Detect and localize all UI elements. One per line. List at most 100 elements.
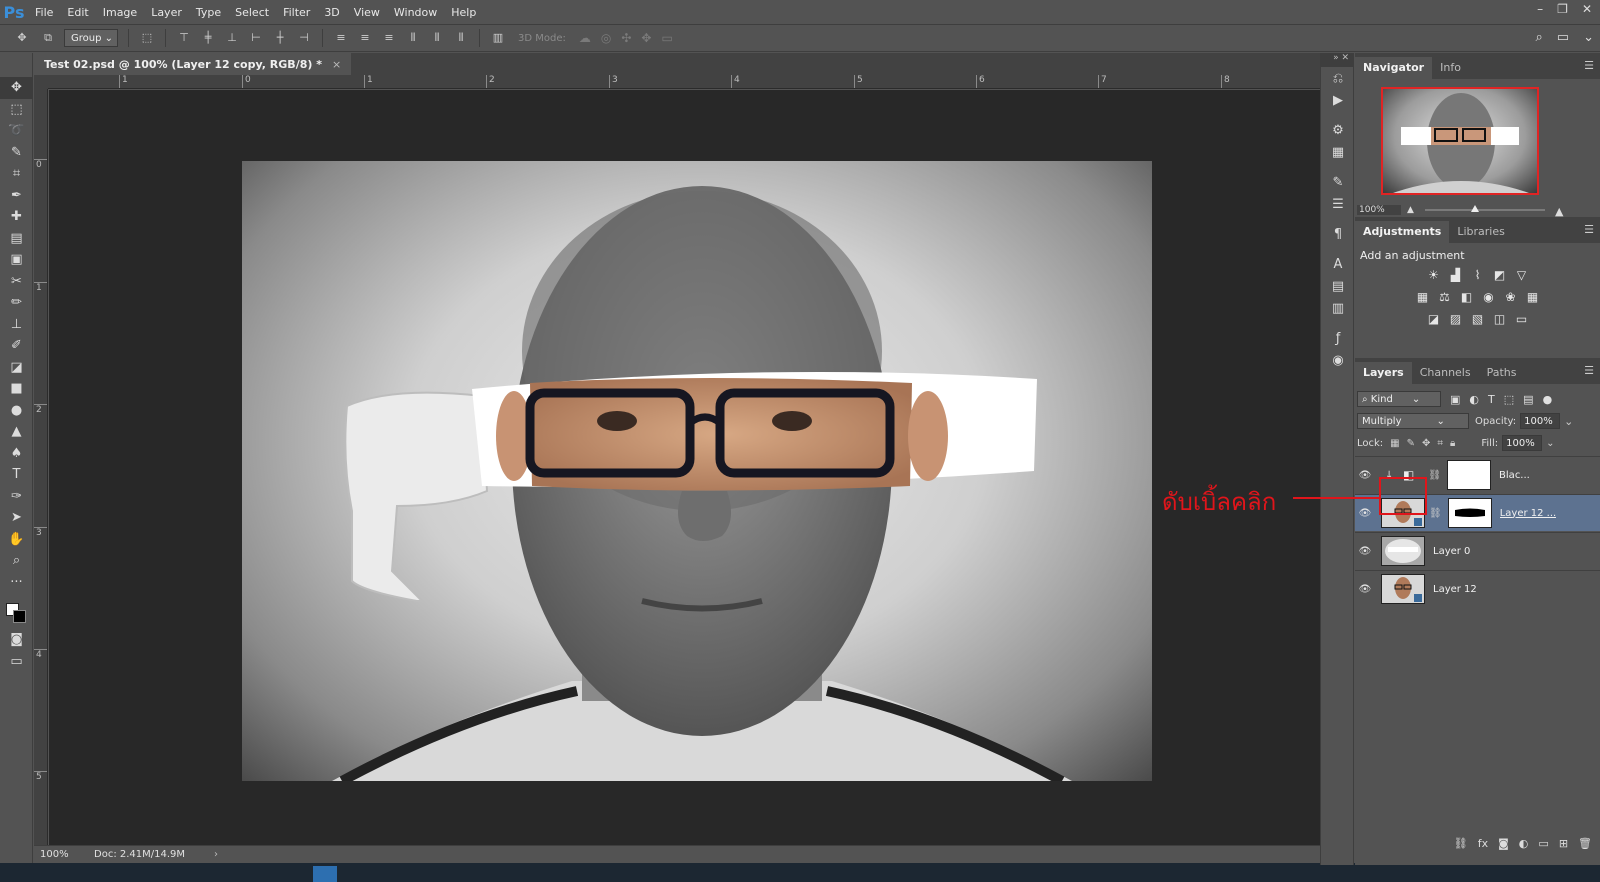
auto-align-icon[interactable]: ▥ bbox=[490, 31, 506, 45]
hand-tool-icon[interactable]: ✋ bbox=[0, 529, 33, 551]
type-tool-icon[interactable]: T bbox=[0, 464, 33, 486]
crop-tool-icon[interactable]: ⌗ bbox=[0, 163, 33, 185]
align-hcenter-icon[interactable]: ┼ bbox=[272, 31, 288, 45]
levels-icon[interactable]: ▟ bbox=[1448, 267, 1464, 283]
minimize-button[interactable]: – bbox=[1537, 2, 1543, 16]
tab-navigator[interactable]: Navigator bbox=[1355, 57, 1433, 79]
blend-mode-dropdown[interactable]: Multiply ⌄ bbox=[1357, 413, 1469, 429]
sharpen-tool-icon[interactable]: ▲ bbox=[0, 421, 33, 443]
menu-image[interactable]: Image bbox=[96, 6, 144, 19]
filter-type-icon[interactable]: T bbox=[1488, 393, 1495, 406]
mask-link-icon[interactable]: ⛓ bbox=[1429, 508, 1442, 519]
delete-layer-icon[interactable]: 🗑︎ bbox=[1578, 837, 1592, 855]
lasso-tool-icon[interactable]: ➰ bbox=[0, 120, 33, 142]
black-white-icon[interactable]: ◧ bbox=[1459, 289, 1475, 305]
path-select-tool-icon[interactable]: ➤ bbox=[0, 507, 33, 529]
menu-view[interactable]: View bbox=[347, 6, 387, 19]
new-adjustment-layer-icon[interactable]: ◐ bbox=[1519, 837, 1529, 855]
opacity-dropdown-icon[interactable]: ⌄ bbox=[1564, 415, 1573, 428]
lock-image-icon[interactable]: ✎ bbox=[1407, 438, 1415, 449]
filter-pixel-icon[interactable]: ▣ bbox=[1450, 393, 1460, 406]
navigator-zoom-value[interactable]: 100% bbox=[1357, 205, 1401, 215]
layer-name[interactable]: Layer 12 ... bbox=[1500, 508, 1557, 519]
distribute-top-icon[interactable]: ≡ bbox=[333, 31, 349, 45]
document-canvas[interactable] bbox=[242, 161, 1152, 781]
3d-roll-icon[interactable]: ◎ bbox=[601, 31, 611, 45]
panel-menu-icon[interactable]: ☰ bbox=[1584, 59, 1594, 72]
visibility-eye-icon[interactable]: 👁︎ bbox=[1355, 546, 1375, 557]
lock-transparent-icon[interactable]: ▦ bbox=[1390, 438, 1399, 449]
color-balance-icon[interactable]: ⚖ bbox=[1437, 289, 1453, 305]
frame-tool-icon[interactable]: ▣ bbox=[0, 249, 33, 271]
grid-panel-icon[interactable]: ▦ bbox=[1321, 141, 1355, 163]
pen-tool-icon[interactable]: ✑ bbox=[0, 486, 33, 508]
add-mask-icon[interactable]: ◙ bbox=[1498, 837, 1509, 855]
menu-layer[interactable]: Layer bbox=[144, 6, 189, 19]
hue-saturation-icon[interactable]: ▦ bbox=[1415, 289, 1431, 305]
layer-name[interactable]: Layer 0 bbox=[1433, 546, 1470, 557]
menu-filter[interactable]: Filter bbox=[276, 6, 317, 19]
layer-style-icon[interactable]: fx bbox=[1478, 837, 1488, 855]
healing-brush-tool-icon[interactable]: ✚ bbox=[0, 206, 33, 228]
distribute-hcenter-icon[interactable]: ⦀ bbox=[429, 31, 445, 45]
new-group-icon[interactable]: ▭ bbox=[1538, 837, 1548, 855]
selective-color-icon[interactable]: ◫ bbox=[1492, 311, 1508, 327]
filter-adjustment-icon[interactable]: ◐ bbox=[1469, 393, 1479, 406]
exposure-icon[interactable]: ◩ bbox=[1492, 267, 1508, 283]
layer-row[interactable]: 👁︎ Layer 12 bbox=[1355, 570, 1600, 607]
menu-window[interactable]: Window bbox=[387, 6, 444, 19]
auto-select-dropdown[interactable]: Group ⌄ bbox=[64, 29, 118, 47]
move-tool-icon[interactable]: ✥ bbox=[0, 77, 33, 99]
3d-slide-icon[interactable]: ✥ bbox=[641, 31, 651, 45]
visibility-eye-icon[interactable]: 👁︎ bbox=[1355, 584, 1375, 595]
zoom-level[interactable]: 100% bbox=[34, 849, 94, 860]
more-tools-icon[interactable]: ··· bbox=[0, 572, 33, 594]
invert-icon[interactable]: ◪ bbox=[1426, 311, 1442, 327]
tab-libraries[interactable]: Libraries bbox=[1449, 221, 1513, 243]
posterize-icon[interactable]: ▨ bbox=[1448, 311, 1464, 327]
distribute-right-icon[interactable]: ⦀ bbox=[453, 31, 469, 45]
lock-all-icon[interactable]: 🔒︎ bbox=[1450, 438, 1455, 449]
distribute-left-icon[interactable]: ⦀ bbox=[405, 31, 421, 45]
align-top-icon[interactable]: ⊤ bbox=[176, 31, 192, 45]
smart-object-thumbnail[interactable] bbox=[1381, 574, 1425, 604]
history-brush-tool-icon[interactable]: ✐ bbox=[0, 335, 33, 357]
layer-name[interactable]: Blac... bbox=[1499, 470, 1530, 481]
3d-pan-icon[interactable]: ✣ bbox=[621, 31, 631, 45]
layer-name[interactable]: Layer 12 bbox=[1433, 584, 1477, 595]
workspace-dropdown-icon[interactable]: ⌄ bbox=[1583, 30, 1594, 45]
workspace-icon[interactable]: ▭ bbox=[1557, 30, 1569, 45]
tab-channels[interactable]: Channels bbox=[1412, 362, 1479, 384]
properties-icon[interactable]: ☰ bbox=[1321, 193, 1355, 215]
marquee-tool-icon[interactable]: ⬚ bbox=[0, 99, 33, 121]
distribute-bottom-icon[interactable]: ≡ bbox=[381, 31, 397, 45]
color-swatches[interactable] bbox=[0, 593, 33, 629]
quick-select-tool-icon[interactable]: ✎ bbox=[0, 142, 33, 164]
canvas-area[interactable] bbox=[49, 90, 1337, 845]
auto-select-icon[interactable]: ⧉ bbox=[40, 31, 56, 45]
3d-panel-icon[interactable]: ⚙ bbox=[1321, 119, 1355, 141]
channel-mixer-icon[interactable]: ❀ bbox=[1503, 289, 1519, 305]
new-layer-icon[interactable]: ⊞ bbox=[1559, 837, 1568, 855]
tab-layers[interactable]: Layers bbox=[1355, 362, 1412, 384]
brush-tool-icon[interactable]: ✏ bbox=[0, 292, 33, 314]
taskbar-app-button[interactable] bbox=[313, 866, 337, 882]
menu-select[interactable]: Select bbox=[228, 6, 276, 19]
vibrance-icon[interactable]: ▽ bbox=[1514, 267, 1530, 283]
photo-filter-icon[interactable]: ◉ bbox=[1481, 289, 1497, 305]
3d-video-icon[interactable]: ▭ bbox=[661, 31, 672, 45]
align-right-icon[interactable]: ⊣ bbox=[296, 31, 312, 45]
align-left-icon[interactable]: ⊢ bbox=[248, 31, 264, 45]
character-styles-icon[interactable]: ▤ bbox=[1321, 275, 1355, 297]
menu-edit[interactable]: Edit bbox=[60, 6, 95, 19]
tab-adjustments[interactable]: Adjustments bbox=[1355, 221, 1450, 243]
3d-orbit-icon[interactable]: ☁ bbox=[579, 31, 591, 45]
dodge-tool-icon[interactable]: ♠ bbox=[0, 443, 33, 465]
brightness-contrast-icon[interactable]: ☀ bbox=[1426, 267, 1442, 283]
zoom-slider-knob[interactable] bbox=[1471, 205, 1479, 212]
screen-mode-icon[interactable]: ▭ bbox=[0, 651, 33, 673]
layer-thumbnail[interactable] bbox=[1381, 536, 1425, 566]
menu-3d[interactable]: 3D bbox=[317, 6, 346, 19]
menu-help[interactable]: Help bbox=[444, 6, 483, 19]
glyphs-icon[interactable]: ƒ bbox=[1321, 327, 1355, 349]
